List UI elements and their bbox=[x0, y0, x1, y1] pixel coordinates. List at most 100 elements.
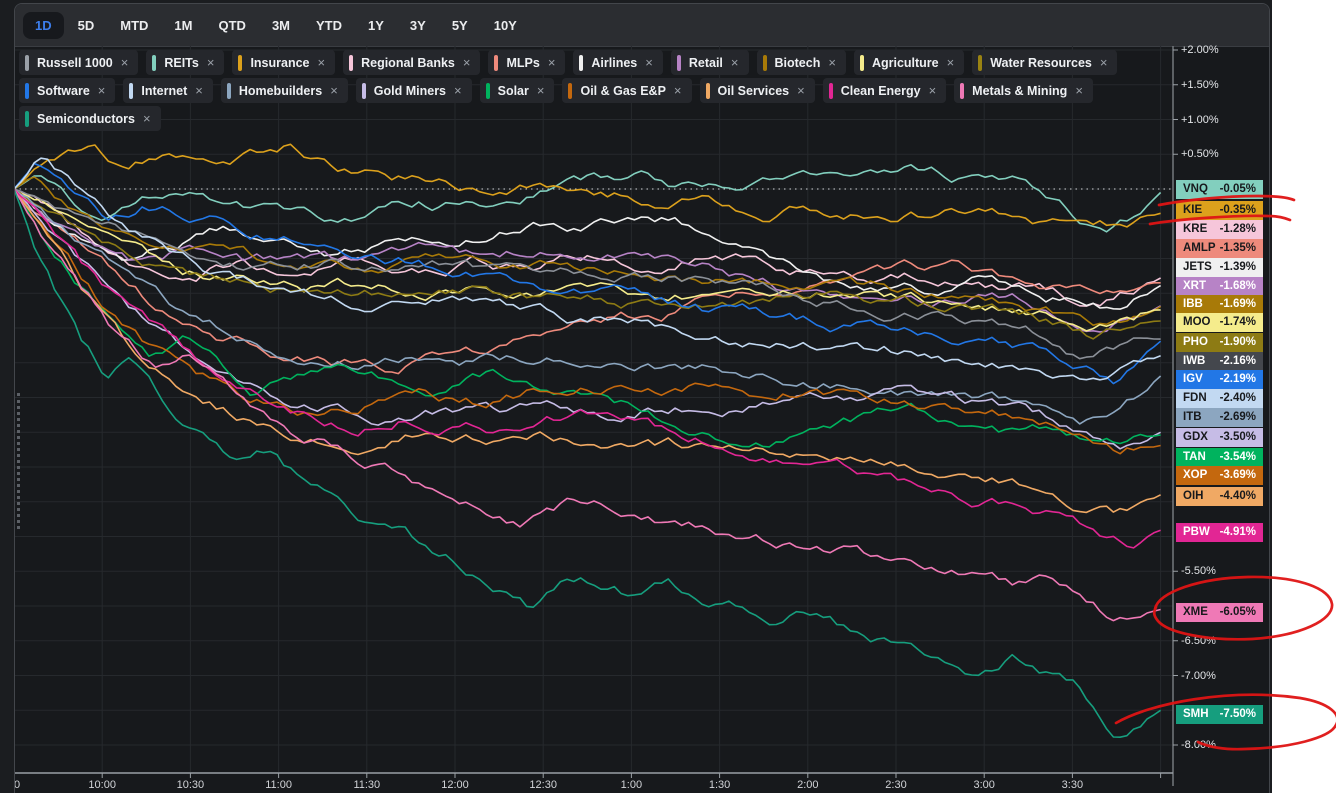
tag-close-icon[interactable]: × bbox=[1100, 56, 1108, 69]
sector-tag-agriculture[interactable]: Agriculture× bbox=[854, 50, 964, 75]
tag-color-stripe bbox=[152, 55, 156, 71]
ticker-change: -3.50% bbox=[1220, 431, 1256, 443]
tag-color-stripe bbox=[677, 55, 681, 71]
tag-color-stripe bbox=[486, 83, 490, 99]
tag-close-icon[interactable]: × bbox=[645, 56, 653, 69]
ticker-symbol: IGV bbox=[1183, 373, 1203, 385]
tag-close-icon[interactable]: × bbox=[121, 56, 129, 69]
sector-tag-oil-gas-e-p[interactable]: Oil & Gas E&P × bbox=[562, 78, 691, 103]
tag-close-icon[interactable]: × bbox=[207, 56, 215, 69]
price-label-vnq[interactable]: VNQ-0.05% bbox=[1176, 180, 1263, 199]
price-tick-0.50: +0.50% bbox=[1181, 148, 1251, 160]
price-label-xrt[interactable]: XRT-1.68% bbox=[1176, 277, 1263, 296]
price-label-gdx[interactable]: GDX-3.50% bbox=[1176, 428, 1263, 447]
sector-tag-clean-energy[interactable]: Clean Energy × bbox=[823, 78, 946, 103]
tag-color-stripe bbox=[706, 83, 710, 99]
tag-close-icon[interactable]: × bbox=[330, 84, 338, 97]
ticker-change: -1.74% bbox=[1220, 316, 1256, 328]
tag-label: Homebuilders bbox=[239, 84, 322, 98]
ticker-change: -0.05% bbox=[1220, 183, 1256, 195]
left-dotted-strip bbox=[17, 393, 20, 529]
sector-tag-insurance[interactable]: Insurance × bbox=[232, 50, 335, 75]
tag-close-icon[interactable]: × bbox=[674, 84, 682, 97]
tag-close-icon[interactable]: × bbox=[548, 56, 556, 69]
ticker-change: -1.69% bbox=[1220, 298, 1256, 310]
tag-label: Metals & Mining bbox=[972, 84, 1067, 98]
sector-tag-biotech[interactable]: Biotech× bbox=[757, 50, 846, 75]
tag-close-icon[interactable]: × bbox=[731, 56, 739, 69]
tag-label: Gold Miners bbox=[374, 84, 446, 98]
ticker-symbol: PBW bbox=[1183, 526, 1210, 538]
sector-tag-semiconductors[interactable]: Semiconductors× bbox=[19, 106, 161, 131]
series-line-iwb bbox=[14, 189, 1161, 359]
tag-close-icon[interactable]: × bbox=[195, 84, 203, 97]
chart-area[interactable]: Russell 1000×REITs×Insurance×Regional Ba… bbox=[15, 47, 1269, 793]
price-label-pbw[interactable]: PBW-4.91% bbox=[1176, 523, 1263, 542]
series-line-ibb bbox=[14, 177, 1161, 325]
price-label-iwb[interactable]: IWB-2.16% bbox=[1176, 352, 1263, 371]
tag-close-icon[interactable]: × bbox=[98, 84, 106, 97]
tag-close-icon[interactable]: × bbox=[454, 84, 462, 97]
tag-label: Clean Energy bbox=[841, 84, 921, 98]
price-tick-6.50: -6.50% bbox=[1181, 635, 1251, 647]
price-label-xme[interactable]: XME-6.05% bbox=[1176, 603, 1263, 622]
sector-tag-regional-banks[interactable]: Regional Banks× bbox=[343, 50, 480, 75]
tag-close-icon[interactable]: × bbox=[1075, 84, 1083, 97]
sector-tag-reits[interactable]: REITs× bbox=[146, 50, 224, 75]
series-line-tan bbox=[14, 189, 1161, 447]
price-label-igv[interactable]: IGV-2.19% bbox=[1176, 370, 1263, 389]
tag-color-stripe bbox=[568, 83, 572, 99]
sector-tag-homebuilders[interactable]: Homebuilders × bbox=[221, 78, 348, 103]
price-label-tan[interactable]: TAN-3.54% bbox=[1176, 448, 1263, 467]
tag-close-icon[interactable]: × bbox=[797, 84, 805, 97]
price-label-oih[interactable]: OIH-4.40% bbox=[1176, 487, 1263, 506]
tag-color-stripe bbox=[579, 55, 583, 71]
tag-close-icon[interactable]: × bbox=[463, 56, 471, 69]
price-label-itb[interactable]: ITB-2.69% bbox=[1176, 408, 1263, 427]
tag-label: Insurance bbox=[250, 56, 309, 70]
price-label-jets[interactable]: JETS-1.39% bbox=[1176, 258, 1263, 277]
sector-tag-solar[interactable]: Solar× bbox=[480, 78, 555, 103]
sector-tag-metals-mining[interactable]: Metals & Mining × bbox=[954, 78, 1093, 103]
price-label-xop[interactable]: XOP-3.69% bbox=[1176, 466, 1263, 485]
tag-close-icon[interactable]: × bbox=[537, 84, 545, 97]
tag-close-icon[interactable]: × bbox=[828, 56, 836, 69]
ticker-symbol: XOP bbox=[1183, 469, 1207, 481]
price-label-moo[interactable]: MOO-1.74% bbox=[1176, 313, 1263, 332]
legend-row-3: Semiconductors× bbox=[19, 106, 1117, 131]
price-label-amlp[interactable]: AMLP-1.35% bbox=[1176, 239, 1263, 258]
time-tick-1230: 12:30 bbox=[529, 779, 557, 791]
time-tick-330: 3:30 bbox=[1062, 779, 1083, 791]
sector-tag-gold-miners[interactable]: Gold Miners × bbox=[356, 78, 472, 103]
tag-close-icon[interactable]: × bbox=[929, 84, 937, 97]
price-label-fdn[interactable]: FDN-2.40% bbox=[1176, 389, 1263, 408]
tag-close-icon[interactable]: × bbox=[143, 112, 151, 125]
price-label-kie[interactable]: KIE-0.35% bbox=[1176, 201, 1263, 220]
sector-tag-retail[interactable]: Retail× bbox=[671, 50, 749, 75]
tag-label: Oil & Gas E&P bbox=[580, 84, 665, 98]
tag-close-icon[interactable]: × bbox=[947, 56, 955, 69]
sector-tag-russell-1000[interactable]: Russell 1000× bbox=[19, 50, 138, 75]
price-label-pho[interactable]: PHO-1.90% bbox=[1176, 333, 1263, 352]
price-label-kre[interactable]: KRE-1.28% bbox=[1176, 220, 1263, 239]
price-tick-2.00: +2.00% bbox=[1181, 44, 1251, 56]
tag-color-stripe bbox=[362, 83, 366, 99]
sector-tag-internet[interactable]: Internet× bbox=[123, 78, 212, 103]
tag-color-stripe bbox=[763, 55, 767, 71]
sector-tag-software[interactable]: Software× bbox=[19, 78, 115, 103]
sector-tag-oil-services[interactable]: Oil Services× bbox=[700, 78, 815, 103]
tag-color-stripe bbox=[227, 83, 231, 99]
ticker-change: -4.40% bbox=[1220, 490, 1256, 502]
ticker-change: -2.40% bbox=[1220, 392, 1256, 404]
sector-tag-water-resources[interactable]: Water Resources× bbox=[972, 50, 1117, 75]
tag-color-stripe bbox=[25, 83, 29, 99]
ticker-change: -1.35% bbox=[1220, 242, 1256, 254]
sector-tag-airlines[interactable]: Airlines× bbox=[573, 50, 662, 75]
series-line-vnq bbox=[14, 165, 1161, 232]
tag-color-stripe bbox=[25, 111, 29, 127]
tag-close-icon[interactable]: × bbox=[318, 56, 326, 69]
price-label-smh[interactable]: SMH-7.50% bbox=[1176, 705, 1263, 724]
tag-color-stripe bbox=[129, 83, 133, 99]
sector-tag-mlps[interactable]: MLPs× bbox=[488, 50, 565, 75]
price-label-ibb[interactable]: IBB-1.69% bbox=[1176, 295, 1263, 314]
